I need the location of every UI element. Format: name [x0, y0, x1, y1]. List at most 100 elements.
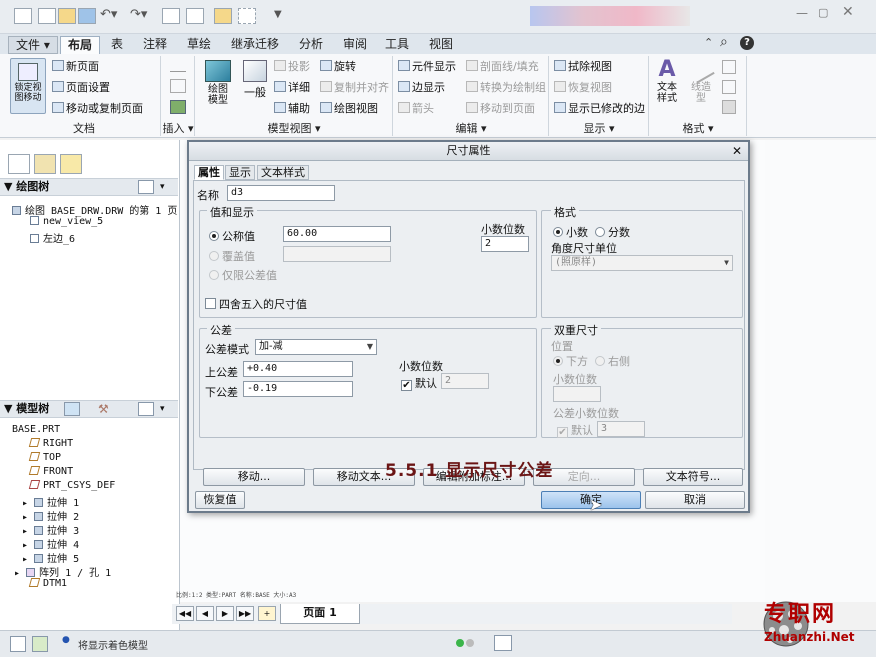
toggle-browser-icon[interactable]	[32, 636, 48, 652]
tolerance-decimals-input[interactable]: 2	[441, 373, 489, 389]
first-page-icon[interactable]: ◀◀	[176, 606, 194, 621]
page-setup-button[interactable]: 页面设置	[52, 79, 110, 95]
tab-view[interactable]: 视图	[422, 36, 460, 54]
dual-decimals-input[interactable]	[553, 386, 601, 402]
lock-view-move-button[interactable]: 锁定视 图移动	[10, 58, 46, 114]
group-caption-edit[interactable]: 编辑 ▾	[394, 120, 548, 136]
tab-tools[interactable]: 工具	[378, 36, 416, 54]
override-value-input[interactable]	[283, 246, 391, 262]
detail-button[interactable]: 详细	[274, 79, 310, 95]
tree-item[interactable]: new_view_5	[30, 216, 103, 227]
tab-sketch[interactable]: 草绘	[180, 36, 218, 54]
tolerance-only-radio[interactable]: 仅限公差值	[209, 267, 277, 283]
model-tree-root[interactable]: BASE.PRT	[12, 424, 60, 435]
tab-layout[interactable]: 布局	[60, 36, 101, 54]
model-tree-header[interactable]: ▼ 模型树 ⚒ ▾	[0, 400, 178, 418]
rotate-button[interactable]: 旋转	[320, 58, 356, 74]
tree-columns-icon[interactable]	[138, 402, 154, 416]
decimal-radio[interactable]: 小数	[553, 224, 588, 240]
tab-legacy-migration[interactable]: 继承迁移	[224, 36, 286, 54]
lower-tolerance-input[interactable]: -0.19	[243, 381, 353, 397]
restore-values-button[interactable]: 恢复值	[195, 491, 245, 509]
tolerance-mode-select[interactable]: 加-减	[255, 339, 377, 355]
nominal-radio[interactable]: 公称值	[209, 228, 255, 244]
copy-align-button[interactable]: 复制并对齐	[320, 79, 389, 95]
tab-file[interactable]: 文件 ▾	[8, 36, 58, 54]
insert-chart-icon[interactable]	[170, 79, 186, 93]
tree-item[interactable]: ▸ 拉伸 3	[22, 522, 79, 537]
tab-annotate[interactable]: 注释	[136, 36, 174, 54]
toggle-navigator-icon[interactable]	[10, 636, 26, 652]
insert-line-icon[interactable]	[170, 58, 186, 72]
tree-item[interactable]: PRT_CSYS_DEF	[28, 480, 115, 491]
add-page-icon[interactable]: +	[258, 606, 276, 621]
model-tree-tab-icon[interactable]	[8, 154, 30, 174]
erase-view-button[interactable]: 拭除视图	[554, 58, 612, 74]
favorites-tab-icon[interactable]	[60, 154, 82, 174]
projection-button[interactable]: 投影	[274, 58, 310, 74]
name-input[interactable]: d3	[227, 185, 335, 201]
move-button[interactable]: 移动...	[203, 468, 305, 486]
collapse-ribbon-icon[interactable]: ⌃	[704, 36, 713, 49]
tab-text-style[interactable]: 文本样式	[257, 165, 309, 180]
last-page-icon[interactable]: ▶▶	[236, 606, 254, 621]
settings-icon[interactable]: ⚒	[98, 401, 109, 417]
tree-dropdown-icon[interactable]: ▾	[160, 401, 165, 417]
cancel-button[interactable]: 取消	[645, 491, 745, 509]
tree-item[interactable]: FRONT	[28, 466, 73, 477]
edge-display-button[interactable]: 边显示	[398, 79, 445, 95]
tab-display[interactable]: 显示	[225, 165, 255, 180]
fraction-radio[interactable]: 分数	[595, 224, 630, 240]
text-symbol-button[interactable]: 文本符号...	[643, 468, 743, 486]
tree-item[interactable]: DTM1	[28, 578, 67, 589]
help-icon[interactable]: ?	[740, 36, 754, 50]
group-caption-model-view[interactable]: 模型视图 ▾	[196, 120, 392, 136]
dual-default-checkbox[interactable]: ✔ 默认	[557, 422, 593, 438]
group-caption-format[interactable]: 格式 ▾	[650, 120, 746, 136]
text-style-button[interactable]: A 文本 样式	[652, 58, 682, 114]
minimize-icon[interactable]: —	[796, 6, 808, 20]
tab-review[interactable]: 审阅	[336, 36, 374, 54]
auxiliary-button[interactable]: 辅助	[274, 100, 310, 116]
tree-item[interactable]: ▸ 拉伸 2	[22, 508, 79, 523]
folder-icon[interactable]	[214, 8, 232, 24]
customize-qat-icon[interactable]: ▼	[274, 9, 282, 20]
group-caption-insert[interactable]: 插入 ▾	[160, 120, 196, 136]
arrow-button[interactable]: 箭头	[398, 100, 434, 116]
upper-tolerance-input[interactable]: +0.40	[243, 361, 353, 377]
tab-analysis[interactable]: 分析	[292, 36, 330, 54]
folder-browser-tab-icon[interactable]	[34, 154, 56, 174]
tree-settings-icon[interactable]	[138, 180, 154, 194]
move-copy-page-button[interactable]: 移动或复制页面	[52, 100, 143, 116]
redo-icon[interactable]: ↷▾	[130, 7, 147, 22]
close-window-icon[interactable]: ✕	[842, 4, 854, 20]
select-box-icon[interactable]	[238, 8, 256, 24]
search-icon[interactable]: ⌕	[720, 34, 728, 50]
page-tab[interactable]: 页面 1	[280, 604, 360, 624]
drawing-tree-header[interactable]: ▼ 绘图树 ▾	[0, 178, 178, 196]
tree-item[interactable]: ▸ 拉伸 1	[22, 494, 79, 509]
undo-icon[interactable]: ↶▾	[100, 7, 117, 22]
line-style-button[interactable]: 线造 型	[686, 56, 716, 114]
tree-item[interactable]: RIGHT	[28, 438, 73, 449]
tolerance-default-checkbox[interactable]: ✔ 默认	[401, 375, 437, 391]
regenerate-icon[interactable]	[162, 8, 180, 24]
tab-properties[interactable]: 属性	[194, 165, 224, 180]
round-checkbox[interactable]: 四舍五入的尺寸值	[205, 296, 307, 312]
override-radio[interactable]: 覆盖值	[209, 248, 255, 264]
format-tool-3-icon[interactable]	[722, 100, 736, 114]
show-icon[interactable]	[64, 402, 80, 416]
new-page-button[interactable]: 新页面	[52, 58, 99, 74]
angle-unit-select[interactable]: (照原样)	[551, 255, 733, 271]
section-line-fill-button[interactable]: 剖面线/填充	[466, 58, 539, 74]
tree-dropdown-icon[interactable]: ▾	[160, 179, 165, 195]
prev-page-icon[interactable]: ◀	[196, 606, 214, 621]
group-caption-display[interactable]: 显示 ▾	[550, 120, 648, 136]
tree-item[interactable]: TOP	[28, 452, 61, 463]
below-radio[interactable]: 下方	[553, 353, 588, 369]
decimals-input[interactable]: 2	[481, 236, 529, 252]
dual-tolerance-decimals-input[interactable]: 3	[597, 421, 645, 437]
show-modified-edges-button[interactable]: 显示已修改的边	[554, 100, 645, 116]
format-tool-1-icon[interactable]	[722, 60, 736, 74]
save-icon[interactable]	[78, 8, 96, 24]
